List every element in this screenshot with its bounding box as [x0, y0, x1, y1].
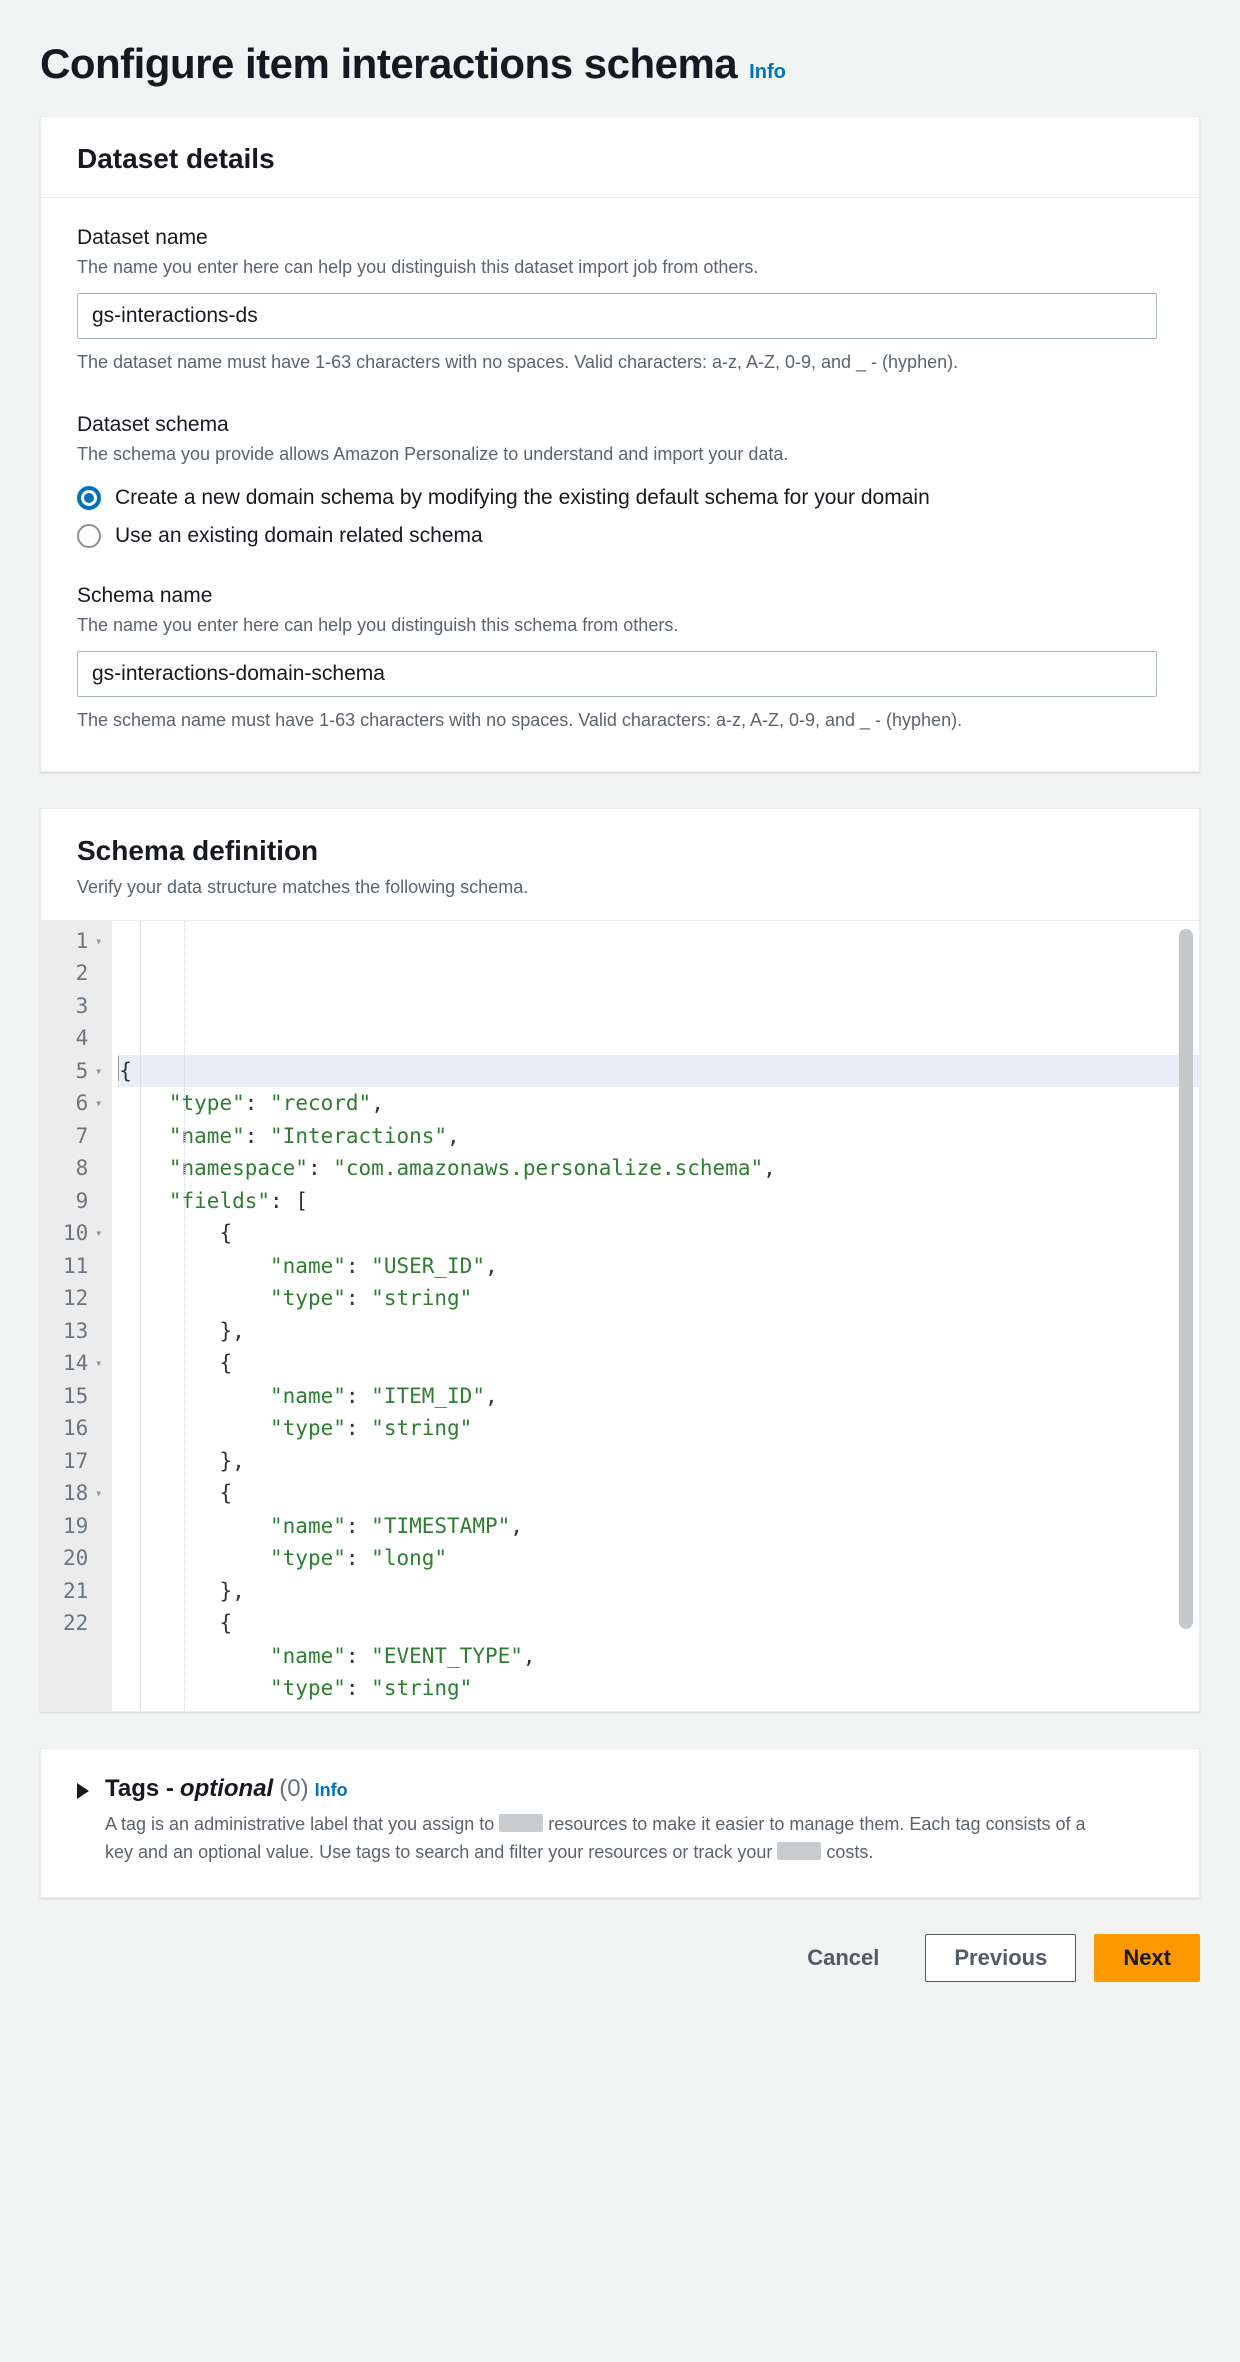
code-gutter: 1▾2345▾6▾78910▾11121314▾15161718▾1920212…	[41, 921, 112, 1711]
chevron-right-icon[interactable]	[77, 1783, 89, 1799]
radio-use-existing-schema[interactable]: Use an existing domain related schema	[77, 524, 1163, 548]
tags-description: A tag is an administrative label that yo…	[105, 1811, 1105, 1867]
scrollbar-thumb[interactable]	[1179, 929, 1193, 1629]
tags-title-prefix: Tags -	[105, 1775, 174, 1803]
radio-icon-unselected	[77, 524, 101, 548]
info-link-header[interactable]: Info	[749, 61, 786, 84]
tags-count: (0)	[279, 1775, 308, 1803]
label-dataset-schema: Dataset schema	[77, 413, 1163, 437]
radio-group-schema-mode: Create a new domain schema by modifying …	[77, 486, 1163, 548]
code-editor[interactable]: 1▾2345▾6▾78910▾11121314▾15161718▾1920212…	[41, 921, 1199, 1711]
radio-create-new-schema[interactable]: Create a new domain schema by modifying …	[77, 486, 1163, 510]
panel-dataset-details: Dataset details Dataset name The name yo…	[40, 116, 1200, 772]
desc-dataset-schema: The schema you provide allows Amazon Per…	[77, 441, 1163, 468]
panel-sub-schema-definition: Verify your data structure matches the f…	[77, 877, 1163, 898]
info-link-tags[interactable]: Info	[315, 1780, 348, 1801]
redacted-text	[777, 1842, 821, 1860]
panel-schema-definition: Schema definition Verify your data struc…	[40, 808, 1200, 1712]
panel-title-dataset-details: Dataset details	[77, 143, 1163, 175]
page-title: Configure item interactions schema	[40, 40, 737, 88]
next-button[interactable]: Next	[1094, 1934, 1200, 1982]
field-dataset-schema: Dataset schema The schema you provide al…	[77, 413, 1163, 548]
previous-button[interactable]: Previous	[925, 1934, 1076, 1982]
input-schema-name[interactable]	[77, 651, 1157, 697]
field-dataset-name: Dataset name The name you enter here can…	[77, 226, 1163, 377]
field-schema-name: Schema name The name you enter here can …	[77, 584, 1163, 735]
constraint-dataset-name: The dataset name must have 1-63 characte…	[77, 349, 1163, 377]
desc-schema-name: The name you enter here can help you dis…	[77, 612, 1163, 639]
radio-label-use-existing: Use an existing domain related schema	[115, 524, 483, 548]
panel-tags: Tags - optional (0) Info A tag is an adm…	[40, 1748, 1200, 1898]
tags-optional-label: optional	[180, 1775, 273, 1803]
page-header: Configure item interactions schema Info	[40, 40, 1200, 88]
wizard-footer: Cancel Previous Next	[40, 1934, 1200, 1982]
radio-label-create-new: Create a new domain schema by modifying …	[115, 486, 930, 510]
input-dataset-name[interactable]	[77, 293, 1157, 339]
label-schema-name: Schema name	[77, 584, 1163, 608]
radio-icon-selected	[77, 486, 101, 510]
constraint-schema-name: The schema name must have 1-63 character…	[77, 707, 1163, 735]
redacted-text	[499, 1814, 543, 1832]
panel-title-schema-definition: Schema definition	[77, 835, 1163, 867]
desc-dataset-name: The name you enter here can help you dis…	[77, 254, 1163, 281]
tags-title[interactable]: Tags - optional (0) Info	[105, 1775, 1163, 1803]
label-dataset-name: Dataset name	[77, 226, 1163, 250]
panel-header-dataset-details: Dataset details	[41, 117, 1199, 198]
panel-header-schema-definition: Schema definition Verify your data struc…	[41, 809, 1199, 921]
cancel-button[interactable]: Cancel	[779, 1935, 907, 1981]
code-content[interactable]: { "type": "record", "name": "Interaction…	[112, 921, 1199, 1711]
